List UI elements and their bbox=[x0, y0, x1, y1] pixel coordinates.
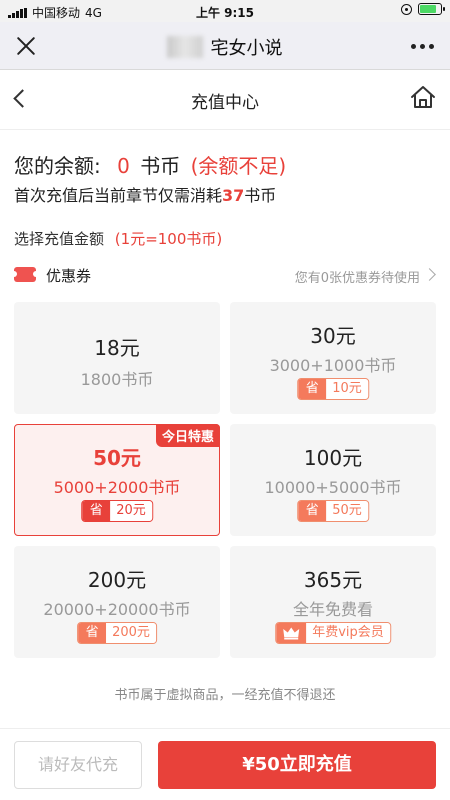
package-price: 50元 bbox=[93, 446, 141, 470]
package-price: 100元 bbox=[303, 446, 363, 470]
coupon-ticket-icon bbox=[11, 267, 39, 282]
page-header: 充值中心 bbox=[0, 70, 450, 130]
package-coins: 10000+5000书币 bbox=[264, 478, 402, 497]
package-coins: 20000+20000书币 bbox=[43, 600, 191, 619]
package-card-200[interactable]: 200元 20000+20000书币 省 200元 bbox=[14, 546, 220, 658]
package-price: 200元 bbox=[87, 568, 147, 592]
select-amount-label: 选择充值金额 (1元=100书币) bbox=[14, 228, 222, 249]
balance-status: (余额不足) bbox=[190, 154, 287, 178]
chevron-right-icon bbox=[423, 268, 436, 281]
package-coins: 全年免费看 bbox=[292, 600, 373, 619]
nav-bar: 宅女小说 bbox=[0, 22, 450, 70]
package-price: 18元 bbox=[94, 336, 140, 360]
vip-label: 年费vip会员 bbox=[306, 623, 390, 643]
status-bar: 中国移动 4G 上午 9:15 bbox=[0, 0, 450, 22]
balance-value: 0 bbox=[117, 154, 130, 178]
coupon-hint: 您有0张优惠券待使用 bbox=[294, 271, 420, 286]
package-card-100[interactable]: 100元 10000+5000书币 省 50元 bbox=[230, 424, 436, 536]
blurred-avatar bbox=[167, 36, 204, 58]
status-right bbox=[401, 3, 445, 15]
more-dots-icon[interactable] bbox=[411, 44, 434, 49]
package-coins: 1800书币 bbox=[80, 370, 154, 389]
save-tag: 省 bbox=[298, 501, 327, 521]
refund-disclaimer: 书币属于虚拟商品，一经充值不得退还 bbox=[114, 688, 336, 703]
discount-badge: 省 10元 bbox=[297, 378, 369, 400]
discount-value: 50元 bbox=[326, 501, 368, 521]
package-price: 30元 bbox=[310, 324, 356, 348]
ask-friend-pay-button[interactable]: 请好友代充 bbox=[14, 741, 142, 789]
save-tag: 省 bbox=[78, 623, 107, 643]
notice-suffix: 书币 bbox=[244, 186, 277, 205]
orientation-lock-icon bbox=[401, 3, 412, 15]
save-tag: 省 bbox=[298, 379, 327, 399]
nav-title-wrap: 宅女小说 bbox=[0, 34, 450, 60]
package-card-18[interactable]: 18元 1800书币 bbox=[14, 302, 220, 414]
coupon-row[interactable]: 优惠券 您有0张优惠券待使用 bbox=[11, 264, 436, 286]
nav-title: 宅女小说 bbox=[210, 38, 283, 59]
exchange-rate: (1元=100书币) bbox=[114, 230, 223, 248]
home-icon[interactable] bbox=[410, 84, 436, 110]
package-card-50[interactable]: 今日特惠 50元 5000+2000书币 省 20元 bbox=[14, 424, 220, 536]
status-time: 上午 9:15 bbox=[195, 6, 255, 20]
balance-label: 您的余额: bbox=[14, 154, 101, 178]
chapter-cost-notice: 首次充值后当前章节仅需消耗37书币 bbox=[14, 182, 276, 206]
notice-prefix: 首次充值后当前章节仅需消耗 bbox=[14, 186, 223, 205]
balance-unit: 书币 bbox=[140, 154, 181, 178]
package-card-365[interactable]: 365元 全年免费看 年费vip会员 bbox=[230, 546, 436, 658]
discount-value: 20元 bbox=[110, 501, 152, 521]
discount-badge: 省 50元 bbox=[297, 500, 369, 522]
pay-now-button[interactable]: ¥50立即充值 bbox=[158, 741, 436, 789]
bottom-bar: 请好友代充 ¥50立即充值 bbox=[0, 728, 450, 800]
save-tag: 省 bbox=[82, 501, 111, 521]
package-card-30[interactable]: 30元 3000+1000书币 省 10元 bbox=[230, 302, 436, 414]
coupon-title: 优惠券 bbox=[46, 267, 92, 285]
discount-value: 10元 bbox=[326, 379, 368, 399]
package-coins: 3000+1000书币 bbox=[269, 356, 397, 375]
package-price: 365元 bbox=[303, 568, 363, 592]
balance-line: 您的余额: 0 书币 (余额不足) bbox=[14, 150, 286, 179]
page-title: 充值中心 bbox=[191, 93, 259, 113]
package-coins: 5000+2000书币 bbox=[53, 478, 181, 497]
notice-cost: 37 bbox=[222, 186, 245, 205]
crown-icon bbox=[276, 623, 307, 643]
battery-fill bbox=[420, 5, 436, 13]
battery-icon bbox=[418, 3, 445, 15]
discount-badge: 省 200元 bbox=[77, 622, 157, 644]
select-label-text: 选择充值金额 bbox=[14, 230, 105, 248]
vip-badge: 年费vip会员 bbox=[275, 622, 391, 644]
discount-value: 200元 bbox=[106, 623, 156, 643]
discount-badge: 省 20元 bbox=[81, 500, 153, 522]
